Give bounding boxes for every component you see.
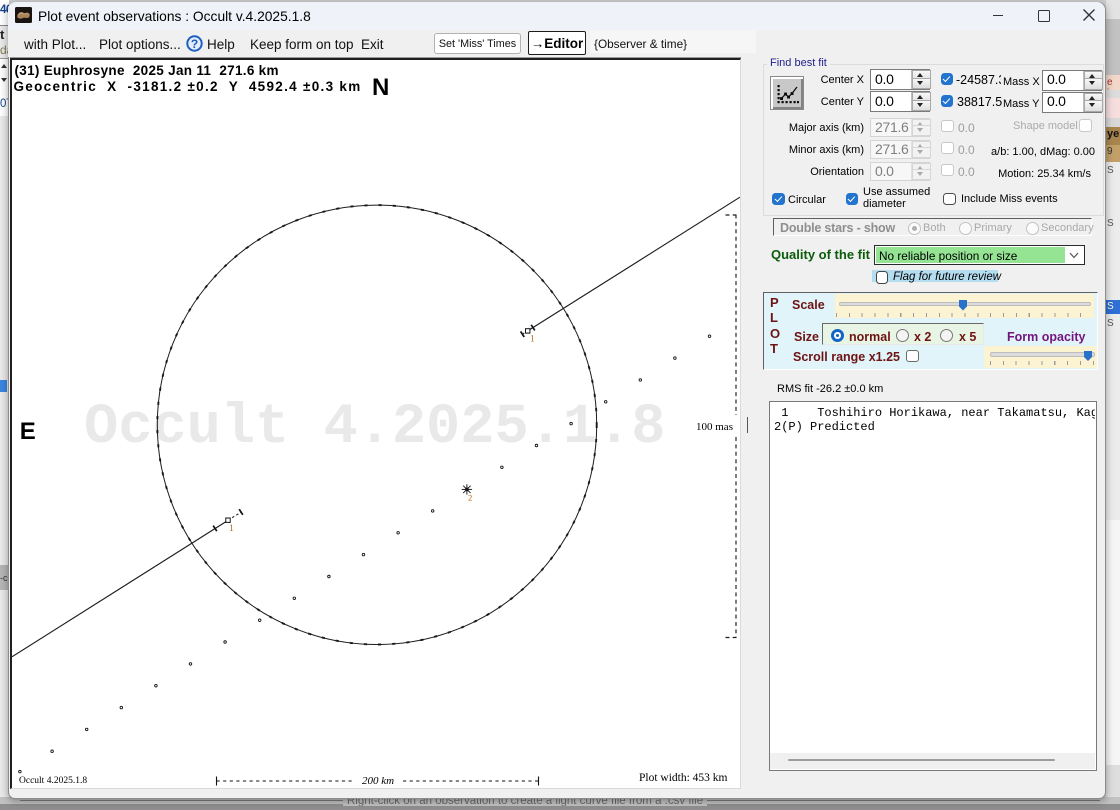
svg-text:1: 1 xyxy=(229,523,234,533)
svg-text:2: 2 xyxy=(468,493,472,503)
svg-text:?: ? xyxy=(191,37,198,51)
svg-text:1: 1 xyxy=(530,334,535,344)
